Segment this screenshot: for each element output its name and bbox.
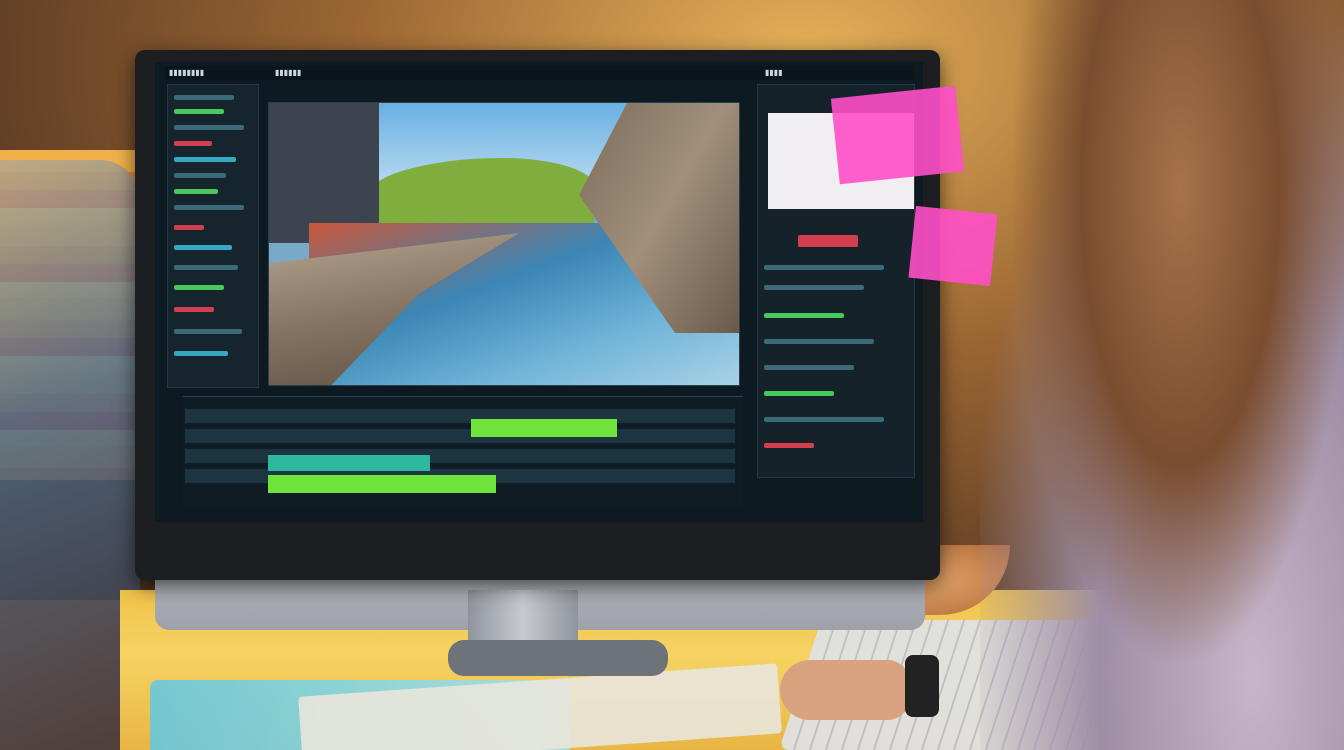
timeline-clip[interactable] [268,475,496,493]
inspector-row[interactable] [764,391,834,396]
panel-row[interactable] [174,95,234,100]
foreground-blur-object [0,160,140,750]
panel-row[interactable] [174,125,244,130]
panel-row[interactable] [174,205,244,210]
inspector-row[interactable] [764,339,874,344]
panel-row[interactable] [174,265,238,270]
editor-menubar: ▮▮▮▮▮▮▮▮ ▮▮▮▮▮▮ ▮▮▮▮ [165,66,913,80]
video-preview[interactable] [268,102,740,386]
person [980,0,1344,750]
sticky-note [830,85,965,185]
panel-row[interactable] [174,141,212,146]
panel-row[interactable] [174,351,228,356]
inspector-row[interactable] [764,265,884,270]
left-tool-panel [167,84,259,388]
panel-row[interactable] [174,157,236,162]
timeline-clip[interactable] [471,419,617,437]
panel-row[interactable] [174,329,242,334]
inspector-row[interactable] [764,313,844,318]
panel-row[interactable] [174,245,232,250]
panel-row[interactable] [174,307,214,312]
photo-scene: ▮▮▮▮▮▮▮▮ ▮▮▮▮▮▮ ▮▮▮▮ [0,0,1344,750]
panel-row[interactable] [174,173,226,178]
timeline-track[interactable] [185,409,735,423]
monitor-screen: ▮▮▮▮▮▮▮▮ ▮▮▮▮▮▮ ▮▮▮▮ [155,62,923,522]
editing-timeline[interactable] [183,396,743,509]
timeline-track[interactable] [185,429,735,443]
panel-row[interactable] [174,285,224,290]
inspector-row[interactable] [764,285,864,290]
menu-item[interactable]: ▮▮▮▮▮▮ [275,68,301,77]
panel-row[interactable] [174,109,224,114]
hand [780,660,910,720]
panel-row[interactable] [174,189,218,194]
menu-item[interactable]: ▮▮▮▮▮▮▮▮ [169,68,204,77]
timeline-clip[interactable] [268,455,430,471]
inspector-row[interactable] [764,443,814,448]
preview-building [269,103,379,243]
inspector-row[interactable] [764,417,884,422]
menu-item[interactable]: ▮▮▮▮ [765,68,783,77]
inspector-row[interactable] [764,365,854,370]
wristwatch [905,655,939,717]
inspector-row[interactable] [798,235,858,247]
monitor-foot [448,640,668,676]
panel-row[interactable] [174,225,204,230]
